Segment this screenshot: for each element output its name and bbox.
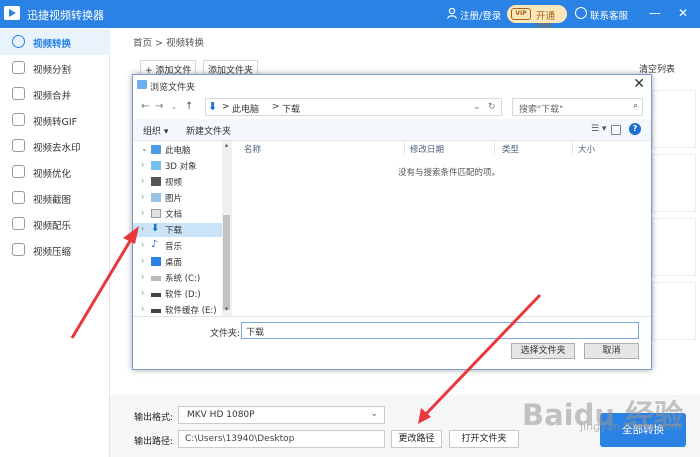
annotation-arrow: [70, 235, 135, 339]
annotation-arrows: [70, 226, 542, 424]
annotation-arrowhead: [123, 226, 139, 244]
watermark-url: jingyan.baidu.com: [580, 420, 682, 433]
